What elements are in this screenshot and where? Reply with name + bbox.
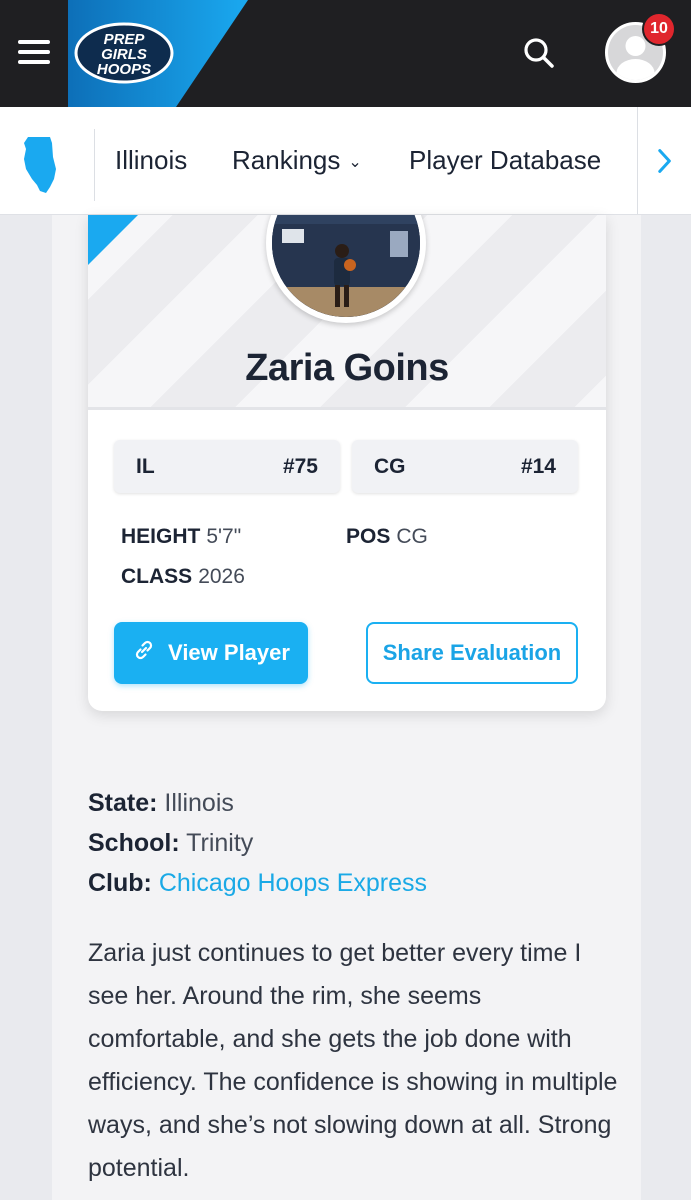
- view-player-label: View Player: [168, 640, 290, 665]
- nav-rankings-label: Rankings: [232, 145, 341, 175]
- state-rank-box[interactable]: IL #75: [114, 440, 340, 493]
- card-corner-accent: [88, 215, 138, 265]
- chevron-right-icon[interactable]: [637, 107, 691, 214]
- share-evaluation-button[interactable]: Share Evaluation: [366, 622, 578, 684]
- position-rank-value: #14: [520, 454, 556, 478]
- state-rank-label: IL: [136, 454, 155, 478]
- chevron-down-icon: ⌄: [348, 154, 362, 172]
- state-nav: Illinois Rankings ⌄ Player Database: [0, 107, 691, 215]
- state-rank-value: #75: [282, 454, 318, 478]
- nav-illinois[interactable]: Illinois: [115, 145, 187, 176]
- state-label: State:: [88, 789, 158, 817]
- hamburger-icon[interactable]: [18, 40, 50, 66]
- school-value: Trinity: [186, 829, 254, 857]
- evaluation-text: Zaria just continues to get better every…: [88, 939, 618, 1182]
- link-icon: [132, 638, 156, 668]
- detail-state: State: Illinois: [88, 783, 618, 823]
- player-card: Zaria Goins IL #75 CG #14 HEIGHT 5'7" POS…: [88, 215, 606, 711]
- pos-attr: POS CG: [346, 525, 428, 549]
- notification-badge[interactable]: 10: [642, 12, 676, 46]
- search-icon[interactable]: [522, 36, 556, 70]
- player-name: Zaria Goins: [245, 347, 449, 389]
- club-label: Club:: [88, 869, 152, 897]
- class-value: 2026: [198, 565, 245, 588]
- club-link[interactable]: Chicago Hoops Express: [159, 869, 427, 897]
- pos-label: POS: [346, 525, 391, 548]
- pos-value: CG: [396, 525, 428, 548]
- school-label: School:: [88, 829, 180, 857]
- detail-club: Club: Chicago Hoops Express: [88, 863, 618, 903]
- nav-player-database[interactable]: Player Database: [409, 145, 601, 176]
- detail-school: School: Trinity: [88, 823, 618, 863]
- height-label: HEIGHT: [121, 525, 201, 548]
- top-bar: PREP GIRLS HOOPS 10: [0, 0, 691, 107]
- logo-text-hoops: HOOPS: [97, 61, 151, 78]
- height-attr: HEIGHT 5'7": [121, 525, 241, 549]
- illinois-state-icon[interactable]: [20, 135, 60, 195]
- nav-divider: [94, 129, 95, 201]
- class-label: CLASS: [121, 565, 193, 588]
- nav-rankings[interactable]: Rankings ⌄: [232, 145, 362, 176]
- site-logo[interactable]: PREP GIRLS HOOPS: [74, 22, 174, 84]
- player-details: State: Illinois School: Trinity Club: Ch…: [88, 783, 618, 903]
- view-player-button[interactable]: View Player: [114, 622, 308, 684]
- state-value: Illinois: [164, 789, 234, 817]
- height-value: 5'7": [206, 525, 242, 548]
- position-rank-label: CG: [374, 454, 406, 478]
- position-rank-box[interactable]: CG #14: [352, 440, 578, 493]
- class-attr: CLASS 2026: [121, 565, 245, 589]
